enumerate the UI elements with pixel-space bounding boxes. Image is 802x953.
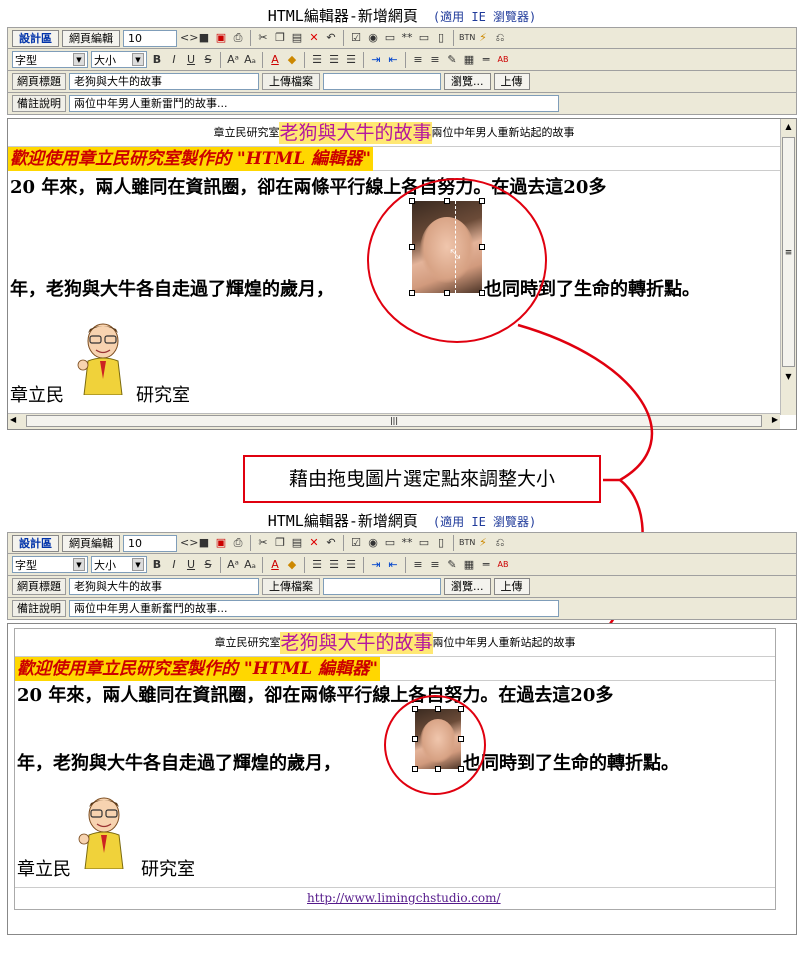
strikethrough-icon[interactable]: S — [201, 558, 215, 572]
submit-icon[interactable]: ⚡ — [476, 536, 490, 550]
subscript-icon[interactable]: Aₐ — [243, 558, 257, 572]
separator — [343, 535, 344, 551]
studio-small-text: 章立民研究室 — [214, 636, 281, 649]
site-link[interactable]: http://www.limingchstudio.com/ — [307, 891, 501, 905]
unordered-list-icon[interactable]: ≡ — [428, 558, 442, 572]
preview-icon[interactable]: ▣ — [214, 536, 228, 550]
delete-icon[interactable]: ✕ — [307, 536, 321, 550]
superscript-icon[interactable]: Aᵃ — [226, 558, 240, 572]
app-title: HTML編輯器-新增網頁 (適用 IE 瀏覽器) — [7, 510, 797, 532]
heading-row: 章立民研究室老狗與大牛的故事兩位中年男人重新站起的故事 — [15, 629, 775, 657]
underline-icon[interactable]: U — [184, 558, 198, 572]
listbox-icon[interactable]: ▯ — [434, 536, 448, 550]
font-size-field[interactable]: 10 — [123, 534, 177, 552]
studio-label: 研究室 — [141, 859, 195, 880]
reset-icon[interactable]: ⎌ — [493, 536, 507, 550]
button-icon[interactable]: BTN — [459, 536, 475, 550]
pen-icon[interactable]: ✎ — [445, 558, 459, 572]
separator — [250, 535, 251, 551]
upload-path-input[interactable] — [323, 578, 441, 595]
cartoon-avatar — [77, 793, 131, 870]
chevron-down-icon: ▼ — [73, 558, 85, 571]
textarea-icon[interactable]: ▭ — [417, 536, 431, 550]
align-left-icon[interactable]: ☰ — [310, 558, 324, 572]
separator — [304, 556, 305, 573]
author-name: 章立民 — [17, 859, 71, 880]
source-tab[interactable]: 網頁編輯 — [62, 534, 120, 552]
page-title-label: 網頁標題 — [12, 578, 66, 595]
description-label: 備註說明 — [12, 600, 66, 617]
separator — [363, 556, 364, 573]
paragraph-line-2b: 也同時到了生命的轉折點。 — [463, 753, 679, 774]
paste-icon[interactable]: ▤ — [290, 536, 304, 550]
separator — [453, 535, 454, 551]
separator — [405, 556, 406, 573]
toolbar-row-3: 網頁標題 老狗與大牛的故事 上傳檔案 瀏覽... 上傳 — [7, 576, 797, 598]
upload-label: 上傳檔案 — [262, 578, 320, 595]
align-right-icon[interactable]: ☰ — [344, 558, 358, 572]
ordered-list-icon[interactable]: ≡ — [411, 558, 425, 572]
paragraph-line-2a: 年，老狗與大牛各自走過了輝煌的歲月， — [17, 753, 341, 774]
cut-icon[interactable]: ✂ — [256, 536, 270, 550]
browser-note: (適用 IE 瀏覽器) — [432, 515, 537, 529]
subtitle-small-text: 兩位中年男人重新站起的故事 — [432, 636, 576, 649]
separator — [220, 556, 221, 573]
textbox-icon[interactable]: ▭ — [383, 536, 397, 550]
italic-icon[interactable]: I — [167, 558, 181, 572]
radio-icon[interactable]: ◉ — [366, 536, 380, 550]
undo-icon[interactable]: ↶ — [324, 536, 338, 550]
font-select[interactable]: 字型 ▼ — [12, 556, 88, 573]
page-title-input[interactable]: 老狗與大牛的故事 — [69, 578, 259, 595]
outdent-icon[interactable]: ⇤ — [386, 558, 400, 572]
upload-button[interactable]: 上傳 — [493, 578, 530, 595]
size-select-label: 大小 — [94, 558, 116, 572]
description-input[interactable]: 兩位中年男人重新奮鬥的故事... — [69, 600, 559, 617]
highlight-circle-bottom — [384, 695, 486, 795]
image-icon[interactable]: AB — [496, 558, 510, 572]
separator — [262, 556, 263, 573]
toolbar-row-2: 字型 ▼ 大小 ▼ B I U S Aᵃ Aₐ A ◆ ☰ ☰ ☰ ⇥ ⇤ ≡ ≡ … — [7, 554, 797, 576]
font-color-icon[interactable]: A — [268, 558, 282, 572]
toolbar-row-4: 備註說明 兩位中年男人重新奮鬥的故事... — [7, 598, 797, 620]
save-icon[interactable]: ■ — [197, 536, 211, 550]
code-icon[interactable]: <> — [180, 536, 198, 550]
welcome-banner: 歡迎使用章立民研究室製作的 "HTML 編輯器" — [15, 657, 381, 681]
browse-button[interactable]: 瀏覽... — [444, 578, 491, 595]
table-icon[interactable]: ▦ — [462, 558, 476, 572]
password-icon[interactable]: ** — [400, 536, 414, 550]
bold-icon[interactable]: B — [150, 558, 164, 572]
indent-icon[interactable]: ⇥ — [369, 558, 383, 572]
toolbar-row-1: 設計區 網頁編輯 10 <> ■ ▣ ⎙ ✂ ❐ ▤ ✕ ↶ ☑ ◉ ▭ ** … — [7, 532, 797, 554]
font-select-label: 字型 — [15, 558, 37, 572]
banner-row: 歡迎使用章立民研究室製作的 "HTML 編輯器" — [15, 657, 775, 681]
align-center-icon[interactable]: ☰ — [327, 558, 341, 572]
checkbox-icon[interactable]: ☑ — [349, 536, 363, 550]
design-tab[interactable]: 設計區 — [12, 534, 59, 552]
copy-icon[interactable]: ❐ — [273, 536, 287, 550]
highlight-icon[interactable]: ◆ — [285, 558, 299, 572]
story-title: 老狗與大牛的故事 — [280, 632, 433, 654]
hr-icon[interactable]: ═ — [479, 558, 493, 572]
app-title-text: HTML編輯器-新增網頁 — [267, 512, 418, 530]
print-icon[interactable]: ⎙ — [231, 536, 245, 550]
size-select[interactable]: 大小 ▼ — [91, 556, 147, 573]
chevron-down-icon: ▼ — [132, 558, 144, 571]
paragraph-line-1: 20 年來，兩人雖同在資訊圈，卻在兩條平行線上各自努力。在過去這20多 — [17, 685, 614, 706]
